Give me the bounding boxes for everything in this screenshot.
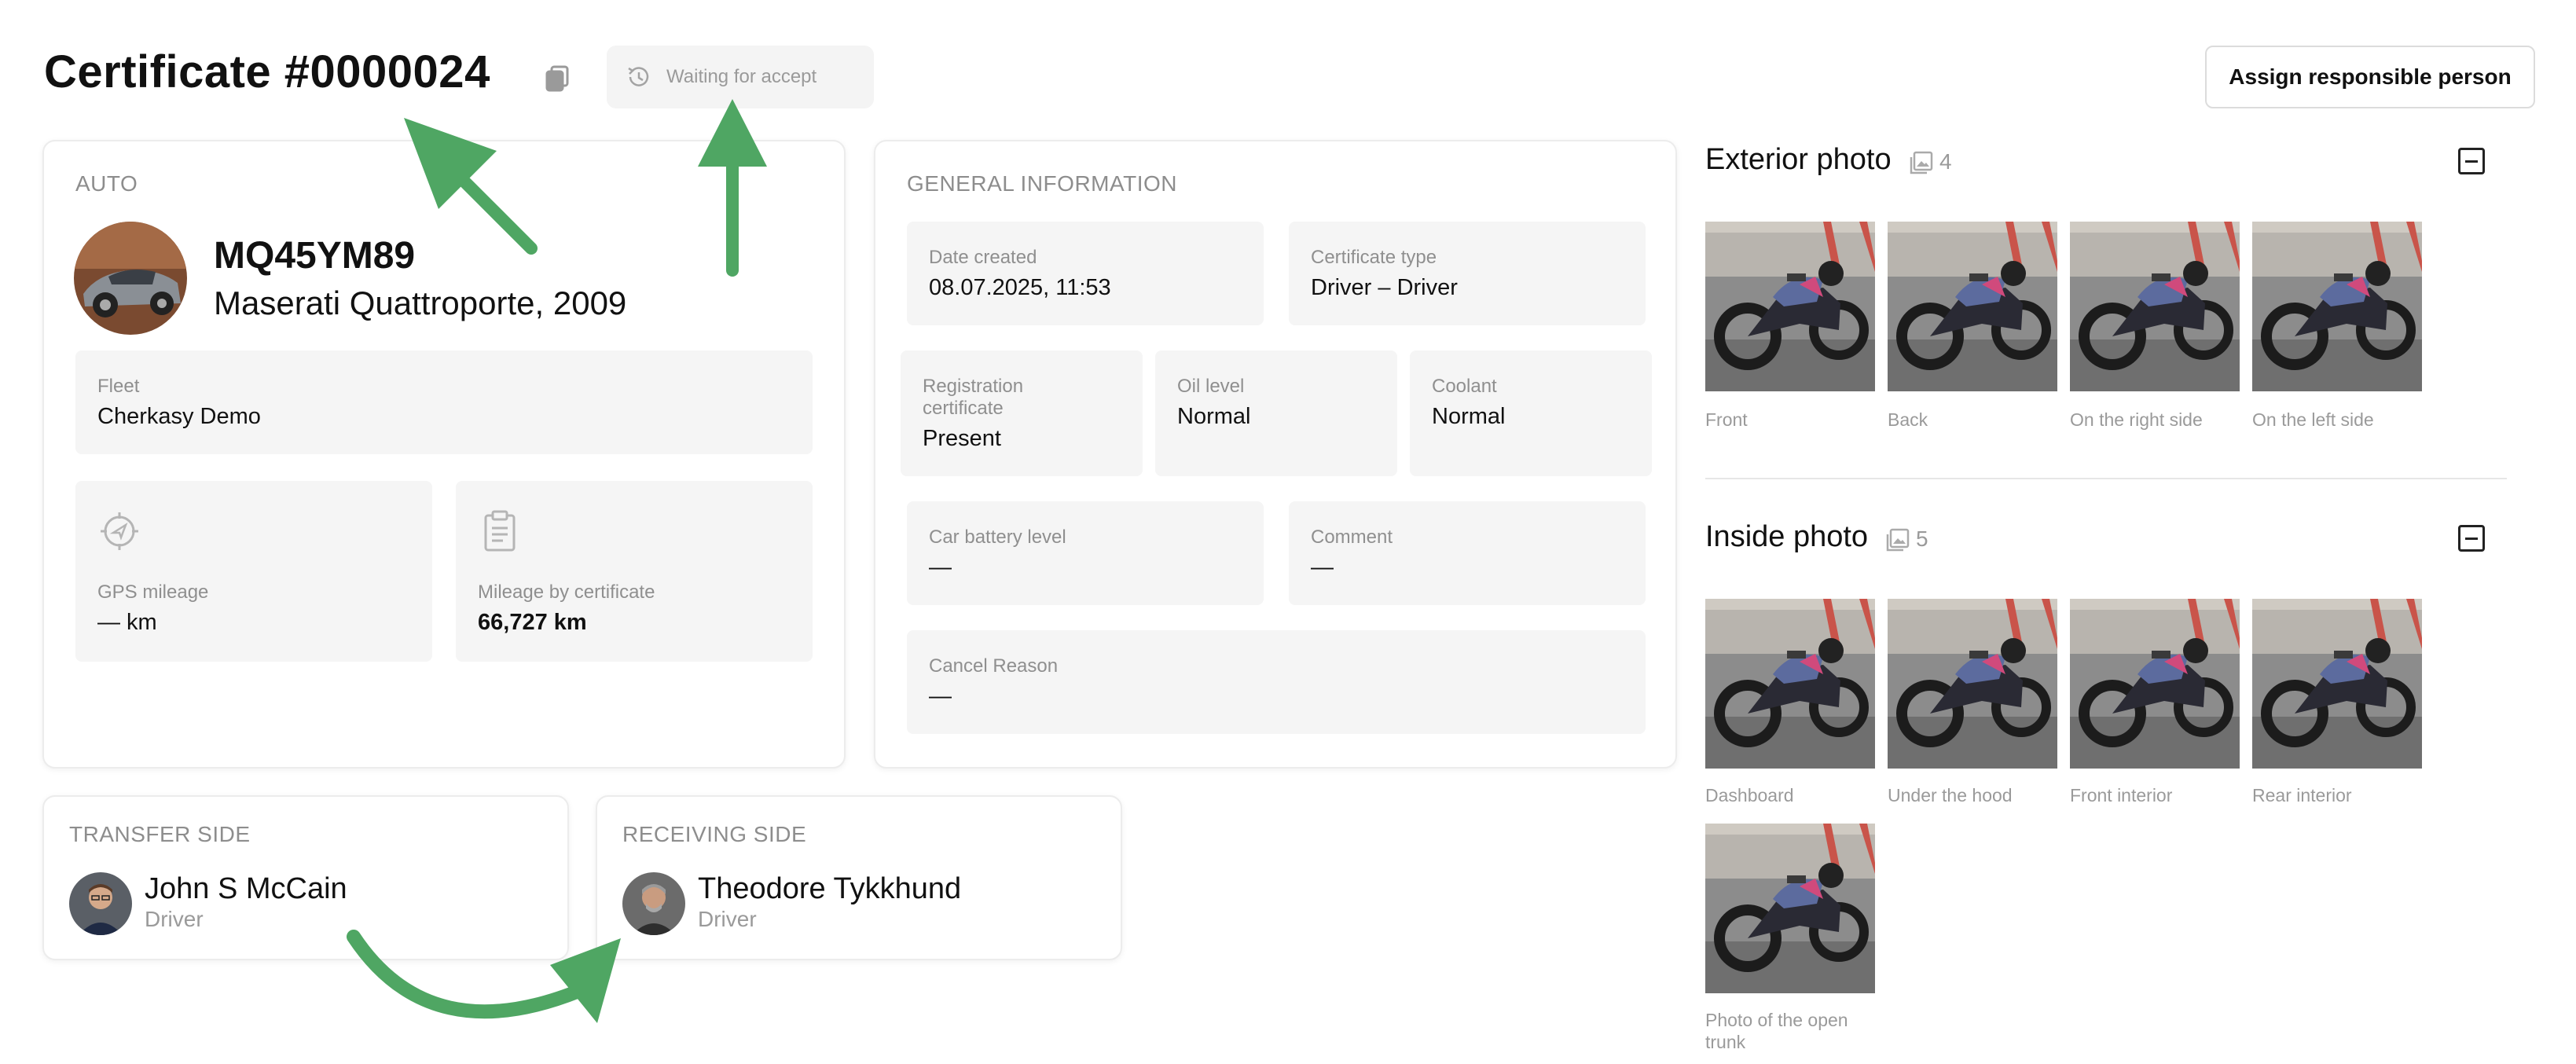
- date-created-value: 08.07.2025, 11:53: [929, 275, 1111, 300]
- gps-mileage-tile: GPS mileage — km: [75, 481, 432, 662]
- inside-photo-label: Front interior: [2070, 785, 2173, 805]
- battery-label: Car battery level: [929, 526, 1066, 548]
- car-model: Maserati Quattroporte, 2009: [214, 284, 627, 321]
- inside-photo-trunk[interactable]: [1705, 824, 1875, 993]
- fleet-label: Fleet: [97, 376, 140, 397]
- section-divider: [1705, 478, 2507, 479]
- gps-mileage-label: GPS mileage: [97, 582, 209, 603]
- exterior-photo-count: 4: [1939, 149, 1952, 174]
- cancel-reason-value: —: [929, 684, 952, 709]
- registration-value: Present: [923, 426, 1001, 451]
- certificate-mileage-label: Mileage by certificate: [478, 582, 655, 603]
- oil-level-value: Normal: [1177, 404, 1251, 429]
- exterior-photo-label: On the right side: [2070, 409, 2203, 430]
- status-text: Waiting for accept: [666, 66, 817, 87]
- inside-photo-count: 5: [1916, 526, 1928, 551]
- transfer-section-label: TRANSFER SIDE: [69, 822, 251, 846]
- exterior-photo-label: Front: [1705, 409, 1748, 430]
- oil-level-label: Oil level: [1177, 376, 1245, 397]
- fleet-value: Cherkasy Demo: [97, 404, 261, 429]
- transfer-avatar: [69, 872, 132, 935]
- registration-label-line1: Registration: [923, 376, 1024, 397]
- certificate-mileage-tile: Mileage by certificate 66,727 km: [456, 481, 813, 662]
- fleet-tile: Fleet Cherkasy Demo: [75, 350, 813, 454]
- receiving-person-name: Theodore Tykkhund: [698, 872, 962, 905]
- exterior-photo-right[interactable]: [2070, 222, 2240, 391]
- gps-icon: [97, 509, 141, 557]
- car-avatar: [74, 222, 187, 335]
- registration-tile: Registration certificate Present: [901, 350, 1143, 476]
- cancel-reason-tile: Cancel Reason —: [907, 630, 1646, 734]
- inside-photo-hood[interactable]: [1888, 599, 2057, 769]
- inside-photo-dashboard[interactable]: [1705, 599, 1875, 769]
- car-plate: MQ45YM89: [214, 235, 416, 277]
- auto-section-label: AUTO: [75, 171, 138, 196]
- history-icon: [626, 64, 652, 90]
- certificate-type-label: Certificate type: [1311, 247, 1437, 268]
- date-created-tile: Date created 08.07.2025, 11:53: [907, 222, 1264, 325]
- inside-collapse-icon[interactable]: [2458, 525, 2485, 552]
- inside-photo-label: Under the hood: [1888, 785, 2013, 805]
- copy-icon[interactable]: [544, 63, 575, 94]
- inside-photo-label: Photo of the open: [1705, 1010, 1848, 1030]
- inside-photo-label: Dashboard: [1705, 785, 1794, 805]
- inside-photo-title: Inside photo: [1705, 520, 1869, 553]
- assign-responsible-button[interactable]: Assign responsible person: [2205, 46, 2535, 108]
- transfer-person-name: John S McCain: [145, 872, 347, 905]
- coolant-label: Coolant: [1432, 376, 1497, 397]
- receiving-avatar: [622, 872, 685, 935]
- cancel-reason-label: Cancel Reason: [929, 655, 1059, 677]
- clipboard-icon: [479, 509, 520, 557]
- page-title: Certificate #0000024: [44, 46, 490, 97]
- exterior-photo-back[interactable]: [1888, 222, 2057, 391]
- exterior-photo-label: Back: [1888, 409, 1928, 430]
- certificate-type-value: Driver – Driver: [1311, 275, 1458, 300]
- general-section-label: GENERAL INFORMATION: [907, 171, 1177, 196]
- battery-tile: Car battery level —: [907, 501, 1264, 605]
- date-created-label: Date created: [929, 247, 1037, 268]
- gallery-icon: [1884, 526, 1911, 557]
- inside-photo-label: Rear interior: [2252, 785, 2352, 805]
- receiving-person-role: Driver: [698, 907, 757, 931]
- certificate-mileage-value: 66,727 km: [478, 610, 587, 635]
- coolant-tile: Coolant Normal: [1410, 350, 1652, 476]
- gps-mileage-value: — km: [97, 610, 157, 635]
- transfer-person-role: Driver: [145, 907, 204, 931]
- registration-label-line2: certificate: [923, 398, 1004, 419]
- exterior-collapse-icon[interactable]: [2458, 148, 2485, 174]
- exterior-photo-front[interactable]: [1705, 222, 1875, 391]
- exterior-photo-left[interactable]: [2252, 222, 2422, 391]
- oil-level-tile: Oil level Normal: [1155, 350, 1397, 476]
- inside-photo-front-interior[interactable]: [2070, 599, 2240, 769]
- comment-label: Comment: [1311, 526, 1393, 548]
- exterior-photo-title: Exterior photo: [1705, 143, 1892, 176]
- certificate-type-tile: Certificate type Driver – Driver: [1289, 222, 1646, 325]
- battery-value: —: [929, 555, 952, 580]
- status-badge: Waiting for accept: [607, 46, 874, 108]
- inside-photo-label: trunk: [1705, 1032, 1746, 1052]
- gallery-icon: [1908, 149, 1935, 180]
- inside-photo-rear-interior[interactable]: [2252, 599, 2422, 769]
- receiving-section-label: RECEIVING SIDE: [622, 822, 807, 846]
- coolant-value: Normal: [1432, 404, 1506, 429]
- exterior-photo-label: On the left side: [2252, 409, 2374, 430]
- comment-value: —: [1311, 555, 1334, 580]
- comment-tile: Comment —: [1289, 501, 1646, 605]
